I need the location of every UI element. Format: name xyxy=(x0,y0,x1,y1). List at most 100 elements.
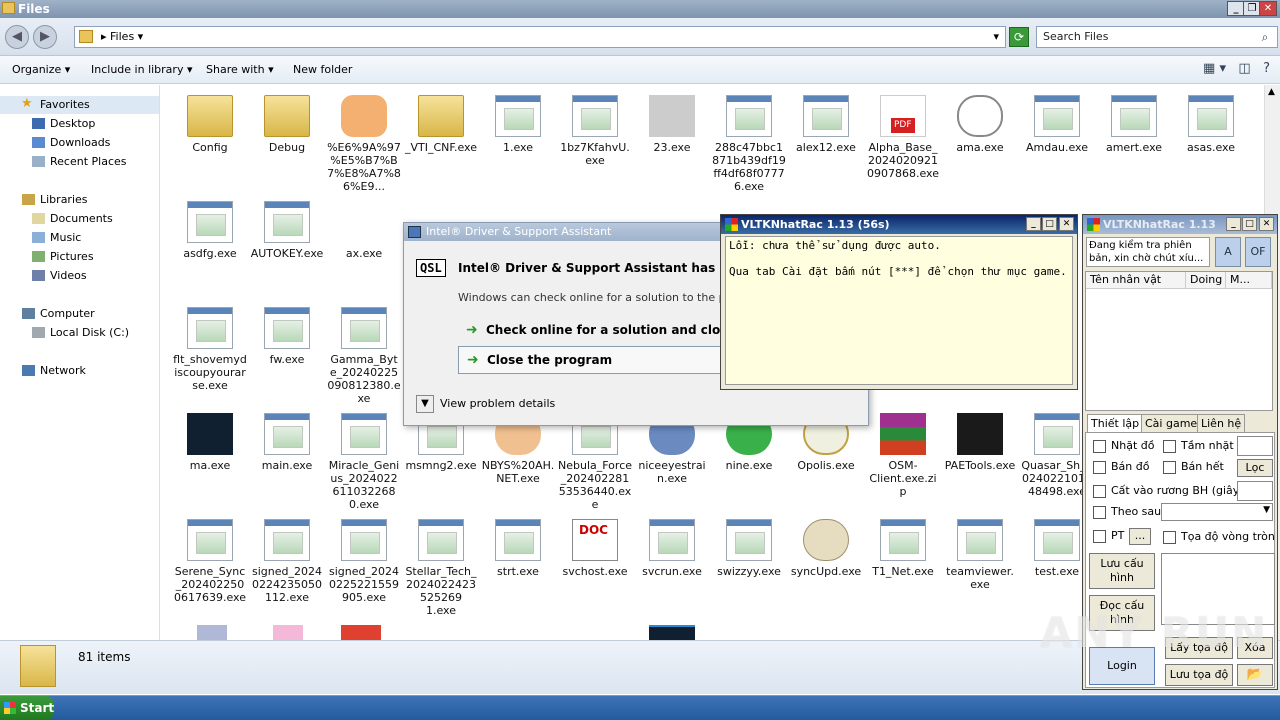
file-item[interactable]: Nebula_Force_20240228153536440.exe xyxy=(558,413,632,511)
file-item[interactable]: ma.exe xyxy=(173,413,247,472)
search-icon[interactable]: ⌕ xyxy=(1256,29,1274,45)
refresh-icon[interactable]: ⟳ xyxy=(1009,27,1029,47)
character-list[interactable]: Tên nhân vật Doing M... xyxy=(1085,271,1273,411)
file-item[interactable]: swizzyy.exe xyxy=(712,519,786,578)
file-item[interactable]: signed_20240225221559905.exe xyxy=(327,519,401,604)
loc-button[interactable]: Lọc xyxy=(1237,459,1273,477)
file-item[interactable]: Config xyxy=(173,95,247,154)
nav-network[interactable]: Network xyxy=(22,364,86,377)
share-with-menu[interactable]: Share with ▾ xyxy=(206,63,274,76)
file-icon-partial[interactable] xyxy=(341,625,381,640)
file-item[interactable]: T1_Net.exe xyxy=(866,519,940,578)
file-item[interactable]: PAETools.exe xyxy=(943,413,1017,472)
file-icon-partial[interactable] xyxy=(273,625,303,640)
nav-music[interactable]: Music xyxy=(32,231,81,244)
file-item[interactable]: Amdau.exe xyxy=(1020,95,1094,154)
nav-desktop[interactable]: Desktop xyxy=(32,117,95,130)
search-input[interactable]: Search Files ⌕ xyxy=(1036,26,1278,48)
save-config-button[interactable]: Lưu cấu hình xyxy=(1089,553,1155,589)
cat-ruong-input[interactable] xyxy=(1237,481,1273,501)
close-button[interactable]: ✕ xyxy=(1059,217,1074,231)
file-item[interactable]: syncUpd.exe xyxy=(789,519,863,578)
file-item[interactable]: asdfg.exe xyxy=(173,201,247,260)
pt-checkbox[interactable]: PT xyxy=(1091,529,1124,543)
file-item[interactable]: OSM-Client.exe.zip xyxy=(866,413,940,498)
nav-videos[interactable]: Videos xyxy=(32,269,87,282)
col-character-name[interactable]: Tên nhân vật xyxy=(1086,272,1186,289)
file-item[interactable]: Debug xyxy=(250,95,324,154)
file-item[interactable]: 23.exe xyxy=(635,95,709,154)
file-item[interactable]: teamviewer.exe xyxy=(943,519,1017,591)
file-item[interactable]: Stellar_Tech_2024022423525269 1.exe xyxy=(404,519,478,617)
nav-local-disk[interactable]: Local Disk (C:) xyxy=(32,326,129,339)
ban-het-checkbox[interactable]: Bán hết xyxy=(1161,460,1224,474)
file-item[interactable]: svcrun.exe xyxy=(635,519,709,578)
toa-do-vong-tron-checkbox[interactable]: Tọa độ vòng tròn xyxy=(1161,530,1275,544)
ban-do-checkbox[interactable]: Bán đồ xyxy=(1091,460,1149,474)
tab-cai-game[interactable]: Cài game xyxy=(1141,414,1202,432)
file-item[interactable]: fw.exe xyxy=(250,307,324,366)
file-item[interactable]: AUTOKEY.exe xyxy=(250,201,324,260)
maximize-button[interactable]: □ xyxy=(1242,217,1257,231)
tam-nhat-checkbox[interactable]: Tầm nhặt xyxy=(1161,439,1234,453)
back-button[interactable]: ◀ xyxy=(5,25,29,49)
new-folder-button[interactable]: New folder xyxy=(293,63,352,76)
view-details-toggle[interactable]: ▼ View problem details xyxy=(416,395,555,413)
col-m[interactable]: M... xyxy=(1226,272,1272,289)
tab-thiet-lap[interactable]: Thiết lập xyxy=(1087,414,1144,433)
tam-nhat-input[interactable] xyxy=(1237,436,1273,456)
minimize-button[interactable]: _ xyxy=(1226,217,1241,231)
file-item[interactable]: strt.exe xyxy=(481,519,555,578)
nav-pictures[interactable]: Pictures xyxy=(32,250,94,263)
file-icon-partial[interactable] xyxy=(649,625,695,640)
nhat-do-checkbox[interactable]: Nhặt đồ xyxy=(1091,439,1154,453)
file-item[interactable]: asas.exe xyxy=(1174,95,1248,154)
minimize-button[interactable]: _ xyxy=(1026,217,1041,231)
chevron-down-icon[interactable]: ▾ xyxy=(993,27,999,47)
breadcrumb[interactable]: Files xyxy=(110,30,134,43)
close-button[interactable]: ✕ xyxy=(1259,217,1274,231)
file-item[interactable]: 1.exe xyxy=(481,95,555,154)
maximize-button[interactable]: □ xyxy=(1042,217,1057,231)
close-button[interactable]: ✕ xyxy=(1259,1,1277,16)
file-item[interactable]: 288c47bbc1871b439df19ff4df68f07776.exe xyxy=(712,95,786,193)
nav-computer[interactable]: Computer xyxy=(22,307,95,320)
file-item[interactable]: Miracle_Genius_2024022611032268 0.exe xyxy=(327,413,401,511)
nav-libraries[interactable]: Libraries xyxy=(22,193,88,206)
start-button[interactable]: Start xyxy=(0,696,54,720)
tab-lien-he[interactable]: Liên hệ xyxy=(1197,414,1246,432)
file-item[interactable]: DOC svchost.exe xyxy=(558,519,632,578)
nav-documents[interactable]: Documents xyxy=(32,212,113,225)
file-item[interactable]: _VTI_CNF.exe xyxy=(404,95,478,154)
file-item[interactable]: signed_20240224235050112.exe xyxy=(250,519,324,604)
view-options[interactable]: ▦ ▾ ◫ ? xyxy=(1203,61,1270,76)
address-bar[interactable]: ▸ Files ▾ ▾ xyxy=(74,26,1006,48)
file-icon-partial[interactable] xyxy=(197,625,227,640)
file-item[interactable]: amert.exe xyxy=(1097,95,1171,154)
save-coordinates-button[interactable]: Lưu tọa độ xyxy=(1165,664,1233,686)
file-item[interactable]: Gamma_Byte_20240225090812380.exe xyxy=(327,307,401,405)
nav-favorites[interactable]: ★ Favorites xyxy=(21,96,90,111)
nav-downloads[interactable]: Downloads xyxy=(32,136,110,149)
open-folder-icon[interactable]: 📂 xyxy=(1237,664,1273,686)
col-doing[interactable]: Doing xyxy=(1186,272,1226,289)
file-item[interactable]: main.exe xyxy=(250,413,324,472)
dots-button[interactable]: ... xyxy=(1129,528,1151,545)
file-item[interactable]: ama.exe xyxy=(943,95,1017,154)
file-item[interactable]: alex12.exe xyxy=(789,95,863,154)
file-item[interactable]: %E6%9A%97%E5%B7%B7%E8%A7%86%E9... xyxy=(327,95,401,193)
theo-sau-select[interactable]: ▼ xyxy=(1161,503,1273,521)
file-item[interactable]: 1bz7KfahvU.exe xyxy=(558,95,632,167)
file-item[interactable]: ax.exe xyxy=(327,201,401,260)
file-item[interactable]: flt_shovemydiscoupyourarse.exe xyxy=(173,307,247,392)
include-library-menu[interactable]: Include in library ▾ xyxy=(91,63,192,76)
theo-sau-checkbox[interactable]: Theo sau xyxy=(1091,505,1161,519)
file-item[interactable]: Alpha_Base_20240209210907868.exe xyxy=(866,95,940,180)
cat-ruong-checkbox[interactable]: Cất vào rương BH (giây) xyxy=(1091,484,1244,498)
of-button[interactable]: OF xyxy=(1245,237,1271,267)
a-button[interactable]: A xyxy=(1215,237,1241,267)
file-item[interactable]: Serene_Sync_2024022500617639.exe xyxy=(173,519,247,604)
organize-menu[interactable]: Organize ▾ xyxy=(12,63,70,76)
nav-recent-places[interactable]: Recent Places xyxy=(32,155,127,168)
forward-button[interactable]: ▶ xyxy=(33,25,57,49)
